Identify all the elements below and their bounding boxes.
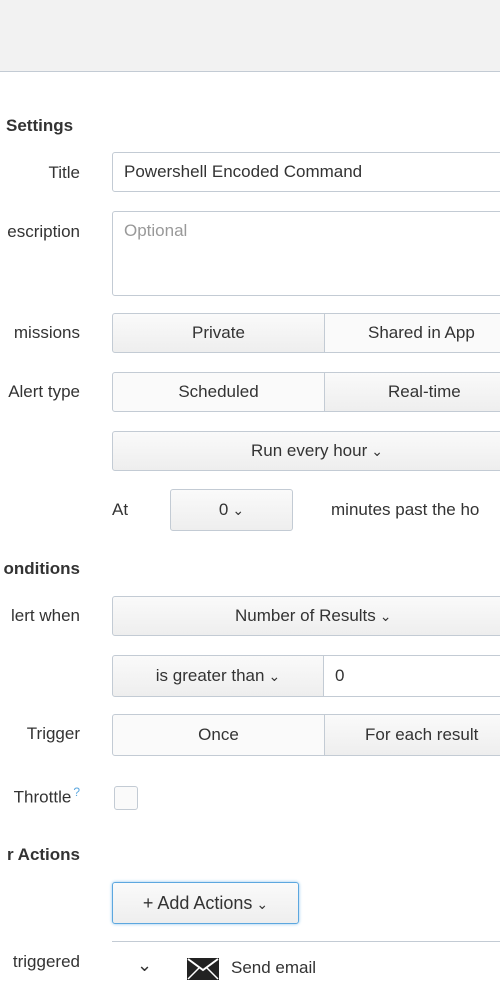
alert-type-realtime-button[interactable]: Real-time [325,372,500,412]
help-icon[interactable]: ? [73,785,80,799]
action-item-label: Send email [231,958,317,977]
description-textarea[interactable]: Optional [112,211,500,296]
chevron-down-icon[interactable]: ⌄ [137,955,152,976]
permissions-private-button[interactable]: Private [112,313,325,353]
when-triggered-label: triggered [12,952,80,971]
chevron-down-icon: ⌄ [256,896,269,912]
alert-when-dropdown[interactable]: Number of Results ⌄ [112,596,500,636]
minutes-past-label: minutes past the ho [331,500,480,519]
conditions-section-title: onditions [3,559,80,578]
chevron-down-icon: ⌄ [268,668,281,684]
description-label: escription [7,222,80,241]
chevron-down-icon: ⌄ [371,443,383,459]
trigger-each-result-button[interactable]: For each result [325,714,500,756]
chevron-down-icon: ⌄ [232,502,245,518]
actions-divider [112,941,500,942]
envelope-icon [187,958,219,980]
throttle-label: Throttle? [14,785,80,808]
actions-section-title: r Actions [6,845,80,864]
alert-type-scheduled-button[interactable]: Scheduled [112,372,325,412]
schedule-value: Run every hour [251,441,368,460]
permissions-shared-button[interactable]: Shared in App [325,313,500,353]
comparator-value: is greater than [155,666,265,685]
alert-type-label: Alert type [8,382,80,401]
title-input[interactable]: Powershell Encoded Command [112,152,500,192]
schedule-dropdown[interactable]: Run every hour ⌄ [112,431,500,471]
trigger-label: Trigger [26,724,80,743]
alert-when-label: lert when [11,606,80,625]
add-actions-button[interactable]: + Add Actions ⌄ [112,882,299,924]
at-label: At [112,500,129,519]
top-bar [0,0,500,72]
add-actions-label: + Add Actions [142,893,253,913]
minute-value: 0 [218,500,229,519]
action-item-send-email[interactable]: ⌄ Send email [112,945,500,993]
minute-dropdown[interactable]: 0 ⌄ [170,489,293,531]
permissions-label: missions [13,323,80,342]
trigger-once-button[interactable]: Once [112,714,325,756]
chevron-down-icon: ⌄ [379,608,392,624]
threshold-input[interactable]: 0 [323,655,500,697]
throttle-checkbox[interactable] [114,786,138,810]
throttle-label-text: Throttle [13,787,72,807]
alert-when-value: Number of Results [235,606,376,625]
comparator-dropdown[interactable]: is greater than ⌄ [112,655,324,697]
title-label: Title [48,163,81,182]
settings-section-title: Settings [6,116,74,135]
